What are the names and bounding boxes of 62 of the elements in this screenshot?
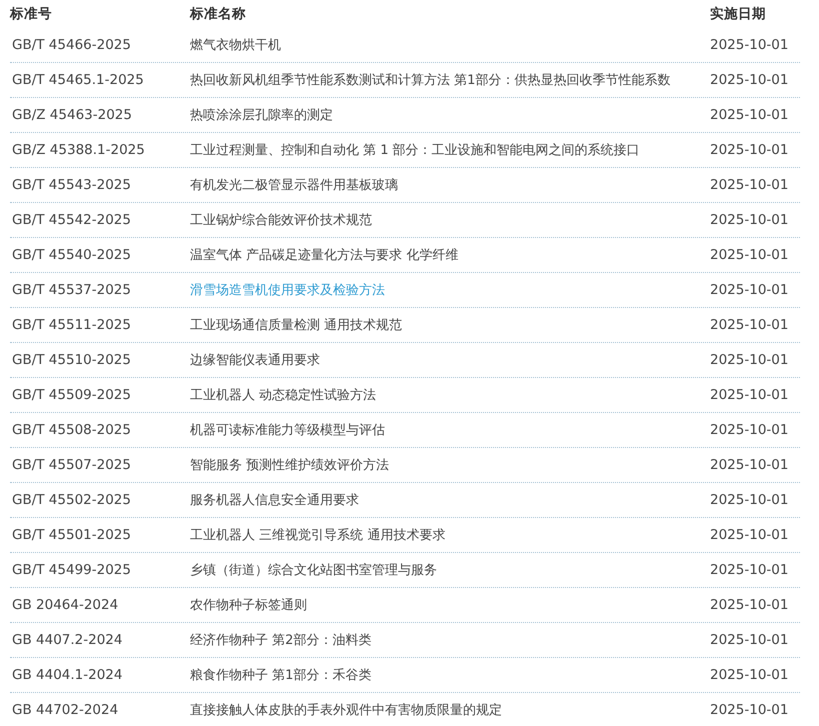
implementation-date: 2025-10-01 bbox=[710, 702, 790, 718]
implementation-date: 2025-10-01 bbox=[710, 422, 790, 438]
standard-title-link[interactable]: 服务机器人信息安全通用要求 bbox=[190, 493, 359, 508]
column-header: 实施日期 bbox=[710, 5, 767, 23]
standard-title-link[interactable]: 直接接触人体皮肤的手表外观件中有害物质限量的规定 bbox=[190, 703, 502, 718]
standard-code: GB/T 45510-2025 bbox=[11, 352, 132, 368]
implementation-date: 2025-10-01 bbox=[710, 282, 790, 298]
implementation-date: 2025-10-01 bbox=[710, 562, 790, 578]
standard-code: GB/T 45499-2025 bbox=[11, 562, 132, 578]
standard-code: GB/T 45511-2025 bbox=[11, 317, 132, 333]
implementation-date: 2025-10-01 bbox=[710, 667, 790, 683]
standard-title-link[interactable]: 工业锅炉综合能效评价技术规范 bbox=[190, 213, 372, 228]
implementation-date: 2025-10-01 bbox=[710, 387, 790, 403]
standard-title-link[interactable]: 工业过程测量、控制和自动化 第 1 部分：工业设施和智能电网之间的系统接口 bbox=[190, 143, 640, 158]
implementation-date: 2025-10-01 bbox=[710, 317, 790, 333]
standard-title-link[interactable]: 经济作物种子 第2部分：油料类 bbox=[190, 633, 372, 648]
implementation-date: 2025-10-01 bbox=[710, 632, 790, 648]
implementation-date: 2025-10-01 bbox=[710, 597, 790, 613]
standard-title-link[interactable]: 热回收新风机组季节性能系数测试和计算方法 第1部分：供热显热回收季节性能系数 bbox=[190, 73, 670, 88]
standard-code: GB/T 45542-2025 bbox=[11, 212, 132, 228]
standard-code: GB/T 45508-2025 bbox=[11, 422, 132, 438]
standard-title-link[interactable]: 农作物种子标签通则 bbox=[190, 598, 307, 613]
implementation-date: 2025-10-01 bbox=[710, 177, 790, 193]
implementation-date: 2025-10-01 bbox=[710, 37, 790, 53]
standard-code: GB/T 45540-2025 bbox=[11, 247, 132, 263]
standard-code: GB/Z 45463-2025 bbox=[11, 107, 133, 123]
implementation-date: 2025-10-01 bbox=[710, 457, 790, 473]
standard-title-link[interactable]: 燃气衣物烘干机 bbox=[190, 38, 281, 53]
standard-code: GB/T 45507-2025 bbox=[11, 457, 132, 473]
implementation-date: 2025-10-01 bbox=[710, 247, 790, 263]
standard-code: GB 4407.2-2024 bbox=[11, 632, 124, 648]
standard-code: GB/T 45466-2025 bbox=[11, 37, 132, 53]
implementation-date: 2025-10-01 bbox=[710, 492, 790, 508]
standard-code: GB/T 45543-2025 bbox=[11, 177, 132, 193]
implementation-date: 2025-10-01 bbox=[710, 107, 790, 123]
standard-title-link[interactable]: 工业现场通信质量检测 通用技术规范 bbox=[190, 318, 402, 333]
standard-code: GB 44702-2024 bbox=[11, 702, 120, 718]
standard-code: GB/T 45502-2025 bbox=[11, 492, 132, 508]
standard-code: GB/T 45537-2025 bbox=[11, 282, 132, 298]
standard-title-link[interactable]: 机器可读标准能力等级模型与评估 bbox=[190, 423, 385, 438]
standard-title-link[interactable]: 乡镇（街道）综合文化站图书室管理与服务 bbox=[190, 563, 437, 578]
standard-title-link[interactable]: 智能服务 预测性维护绩效评价方法 bbox=[190, 458, 390, 473]
standard-title-link[interactable]: 温室气体 产品碳足迹量化方法与要求 化学纤维 bbox=[190, 248, 458, 263]
implementation-date: 2025-10-01 bbox=[710, 212, 790, 228]
standard-title-link[interactable]: 粮食作物种子 第1部分：禾谷类 bbox=[190, 668, 372, 683]
implementation-date: 2025-10-01 bbox=[710, 72, 790, 88]
standard-code: GB/Z 45388.1-2025 bbox=[11, 142, 146, 158]
standard-title-link[interactable]: 热喷涂涂层孔隙率的测定 bbox=[190, 108, 333, 123]
standard-code: GB/T 45465.1-2025 bbox=[11, 72, 145, 88]
implementation-date: 2025-10-01 bbox=[710, 527, 790, 543]
implementation-date: 2025-10-01 bbox=[710, 142, 790, 158]
standard-title-link[interactable]: 有机发光二极管显示器件用基板玻璃 bbox=[190, 178, 398, 193]
standard-title-link[interactable]: 工业机器人 动态稳定性试验方法 bbox=[190, 388, 376, 403]
column-header: 标准号 bbox=[10, 5, 53, 23]
implementation-date: 2025-10-01 bbox=[710, 352, 790, 368]
standard-code: GB/T 45501-2025 bbox=[11, 527, 132, 543]
standard-title-link[interactable]: 工业机器人 三维视觉引导系统 通用技术要求 bbox=[190, 528, 446, 543]
standard-code: GB 4404.1-2024 bbox=[11, 667, 124, 683]
standard-code: GB/T 45509-2025 bbox=[11, 387, 132, 403]
column-header: 标准名称 bbox=[190, 5, 247, 23]
standard-code: GB 20464-2024 bbox=[11, 597, 120, 613]
standard-title-link[interactable]: 边缘智能仪表通用要求 bbox=[190, 353, 320, 368]
